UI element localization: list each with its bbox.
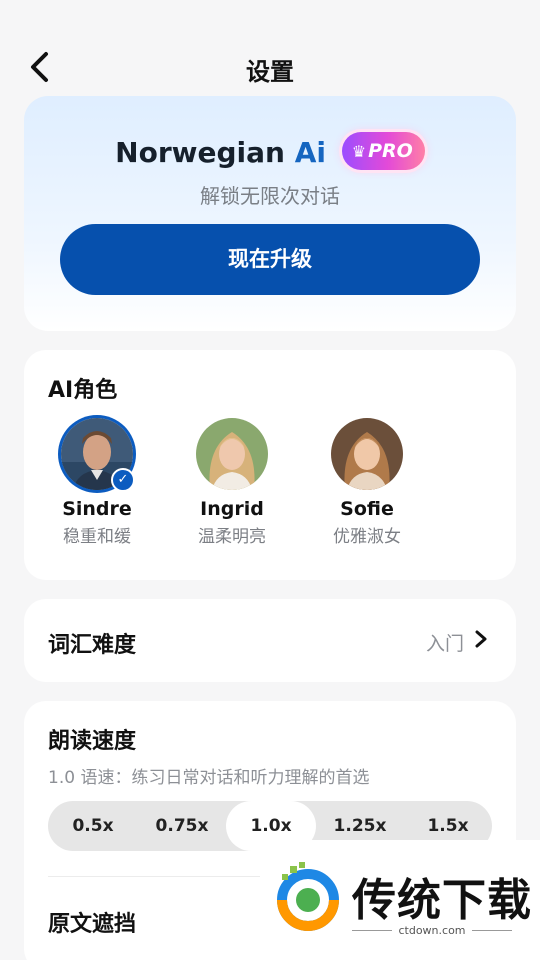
avatar bbox=[331, 418, 403, 490]
vocabulary-difficulty-row[interactable]: 词汇难度 入门 bbox=[24, 599, 516, 682]
role-name: Sofie bbox=[340, 498, 394, 520]
crown-icon: ♛ bbox=[351, 142, 367, 161]
ai-role-card: AI角色 ✓ Sindre 稳重和缓 Ingrid 温柔明亮 Sofie 优雅淑… bbox=[24, 350, 516, 580]
role-name: Ingrid bbox=[200, 498, 264, 520]
reading-speed-description: 1.0 语速：练习日常对话和听力理解的首选 bbox=[48, 768, 370, 788]
upgrade-promo-card: Norwegian Ai ♛ PRO 解锁无限次对话 现在升级 bbox=[24, 96, 516, 331]
promo-title: Norwegian Ai ♛ PRO bbox=[24, 132, 516, 170]
vocabulary-difficulty-label: 词汇难度 bbox=[48, 633, 137, 658]
avatar: ✓ bbox=[61, 418, 135, 492]
role-description: 温柔明亮 bbox=[198, 527, 266, 547]
role-option-ingrid[interactable]: Ingrid 温柔明亮 bbox=[177, 418, 287, 547]
role-description: 稳重和缓 bbox=[63, 527, 131, 547]
vocabulary-difficulty-value: 入门 bbox=[425, 633, 464, 655]
role-name: Sindre bbox=[62, 498, 132, 520]
watermark: 传统下载 ctdown.com bbox=[260, 840, 540, 960]
page-title: 设置 bbox=[246, 58, 294, 86]
chevron-right-icon bbox=[475, 630, 487, 648]
upgrade-now-button[interactable]: 现在升级 bbox=[60, 224, 480, 295]
promo-subtitle: 解锁无限次对话 bbox=[200, 184, 340, 208]
original-text-mask-label: 原文遮挡 bbox=[48, 912, 137, 937]
app-name: Norwegian bbox=[115, 136, 285, 169]
reading-speed-title: 朗读速度 bbox=[48, 729, 137, 754]
role-option-sofie[interactable]: Sofie 优雅淑女 bbox=[312, 418, 422, 547]
speed-option-0.5x[interactable]: 0.5x bbox=[48, 801, 138, 851]
role-option-sindre[interactable]: ✓ Sindre 稳重和缓 bbox=[42, 418, 152, 547]
watermark-text: 传统下载 bbox=[352, 875, 532, 926]
speed-option-0.75x[interactable]: 0.75x bbox=[138, 801, 226, 851]
ai-role-title: AI角色 bbox=[48, 378, 118, 403]
avatar-image bbox=[196, 418, 268, 490]
avatar bbox=[196, 418, 268, 490]
watermark-rule-right bbox=[472, 930, 512, 931]
pro-badge: ♛ PRO bbox=[341, 132, 425, 170]
pro-badge-label: PRO bbox=[368, 140, 413, 162]
role-description: 优雅淑女 bbox=[333, 527, 401, 547]
watermark-logo-icon bbox=[277, 862, 339, 931]
selected-check-icon: ✓ bbox=[111, 468, 135, 492]
app-name-ai: Ai bbox=[294, 136, 327, 169]
avatar-image bbox=[331, 418, 403, 490]
